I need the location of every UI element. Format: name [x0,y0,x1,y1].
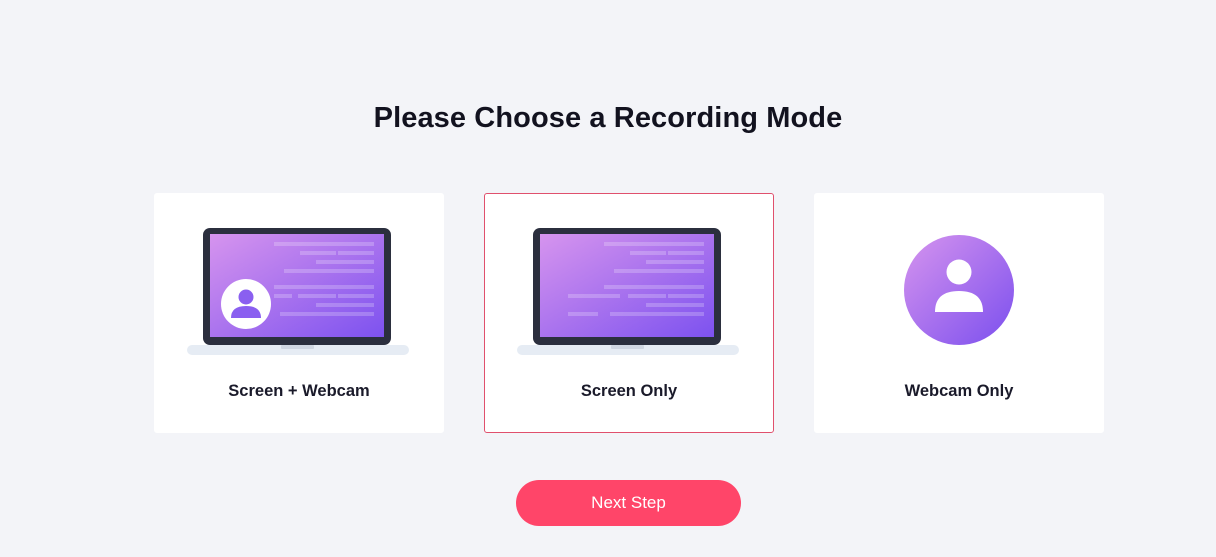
mode-options: Screen + Webcam Screen Only Webcam Only [154,193,1104,433]
mode-card-webcam-only[interactable]: Webcam Only [814,193,1104,433]
laptop-screen-icon [485,228,773,358]
mode-label: Webcam Only [904,382,1014,400]
next-step-button[interactable]: Next Step [516,480,741,526]
mode-label: Screen Only [580,382,678,400]
page-title: Please Choose a Recording Mode [373,102,843,134]
laptop-webcam-icon [155,228,443,358]
recording-mode-page: Please Choose a Recording Mode Screen + … [0,0,1216,557]
mode-card-screen-only[interactable]: Screen Only [484,193,774,433]
mode-card-screen-webcam[interactable]: Screen + Webcam [154,193,444,433]
webcam-user-icon [815,228,1103,358]
mode-label: Screen + Webcam [228,382,370,400]
